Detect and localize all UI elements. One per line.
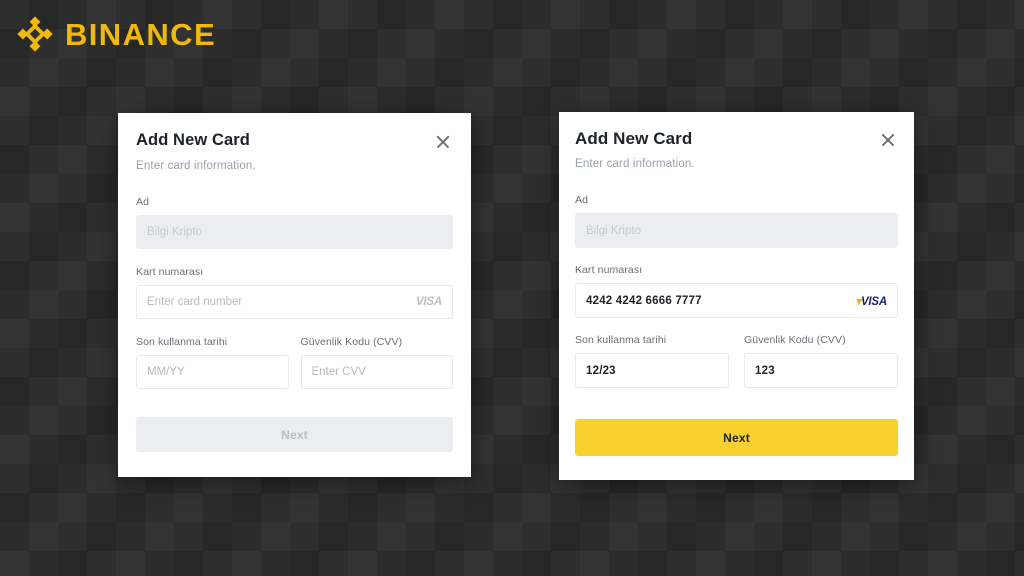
name-input: Bilgi Kripto [575, 213, 898, 248]
card-number-placeholder: Enter card number [147, 296, 243, 308]
visa-logo-text: VISA [860, 295, 887, 308]
expiry-label: Son kullanma tarihi [136, 336, 228, 348]
expiry-label: Son kullanma tarihi [575, 334, 667, 346]
add-new-card-modal-empty: Add New Card Enter card information. Ad … [118, 113, 471, 477]
close-icon[interactable] [433, 132, 453, 152]
next-button[interactable]: Next [575, 419, 898, 456]
expiry-input[interactable]: MM/YY [136, 355, 289, 389]
cvv-label: Güvenlik Kodu (CVV) [744, 334, 846, 346]
card-number-label: Kart numarası [136, 266, 204, 278]
expiry-value: 12/23 [586, 364, 616, 377]
name-field-label: Ad [136, 196, 150, 208]
close-icon[interactable] [878, 130, 898, 150]
cvv-field-group: Güvenlik Kodu (CVV) 123 [744, 334, 898, 388]
expiry-input[interactable]: 12/23 [575, 353, 729, 388]
name-input-value: Bilgi Kripto [586, 224, 641, 237]
card-number-field-group: Kart numarası 4242 4242 6666 7777 ▾VISA [575, 264, 898, 318]
visa-logo-icon: ▾VISA [855, 295, 887, 308]
cvv-input[interactable]: Enter CVV [300, 355, 453, 389]
cvv-label: Güvenlik Kodu (CVV) [300, 336, 403, 348]
expiry-cvv-row: Son kullanma tarihi MM/YY Güvenlik Kodu … [136, 336, 453, 389]
next-button: Next [136, 417, 453, 452]
card-number-input[interactable]: 4242 4242 6666 7777 ▾VISA [575, 283, 898, 318]
binance-wordmark: BINANCE [65, 16, 217, 52]
modal-subtitle: Enter card information. [575, 158, 695, 170]
expiry-cvv-row: Son kullanma tarihi 12/23 Güvenlik Kodu … [575, 334, 898, 388]
card-number-value: 4242 4242 6666 7777 [586, 294, 702, 307]
cvv-value: 123 [755, 364, 775, 377]
modal-header: Add New Card [575, 129, 898, 150]
card-number-label: Kart numarası [575, 264, 643, 276]
add-new-card-modal-filled: Add New Card Enter card information. Ad … [559, 112, 914, 480]
visa-logo-icon: VISA [415, 296, 442, 308]
name-field-group: Ad Bilgi Kripto [136, 196, 453, 249]
modal-header: Add New Card [136, 131, 453, 152]
cvv-field-group: Güvenlik Kodu (CVV) Enter CVV [300, 336, 453, 389]
expiry-field-group: Son kullanma tarihi MM/YY [136, 336, 289, 389]
expiry-field-group: Son kullanma tarihi 12/23 [575, 334, 729, 388]
binance-logo: BINANCE [14, 14, 216, 54]
card-number-input[interactable]: Enter card number VISA [136, 285, 453, 319]
card-number-field-group: Kart numarası Enter card number VISA [136, 266, 453, 319]
modal-subtitle: Enter card information. [136, 160, 256, 172]
page-background: BINANCE Add New Card Enter card informat… [0, 0, 1024, 576]
page-title: Add New Card [575, 129, 693, 148]
name-field-label: Ad [575, 194, 589, 206]
page-title: Add New Card [136, 131, 250, 149]
cvv-input[interactable]: 123 [744, 353, 898, 388]
binance-diamond-icon [14, 13, 56, 55]
expiry-placeholder: MM/YY [147, 366, 185, 378]
name-input: Bilgi Kripto [136, 215, 453, 249]
name-field-group: Ad Bilgi Kripto [575, 194, 898, 248]
cvv-placeholder: Enter CVV [311, 366, 366, 378]
name-input-value: Bilgi Kripto [147, 226, 202, 238]
